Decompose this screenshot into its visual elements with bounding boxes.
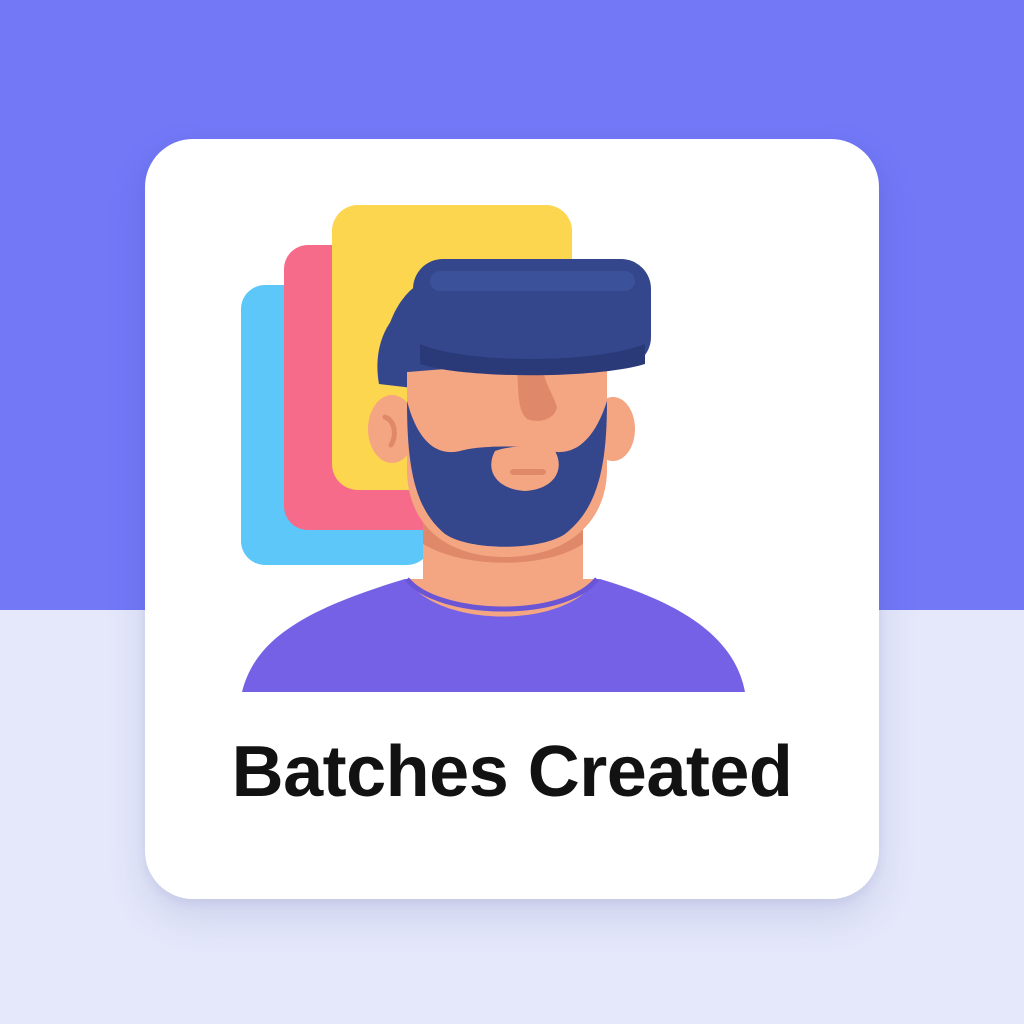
card-title: Batches Created	[231, 732, 793, 812]
app-icon-scene: Batches Created	[0, 0, 1024, 1024]
vr-headset-person-with-stacked-sheets-icon	[241, 205, 745, 692]
batches-created-card[interactable]: Batches Created	[145, 139, 879, 899]
